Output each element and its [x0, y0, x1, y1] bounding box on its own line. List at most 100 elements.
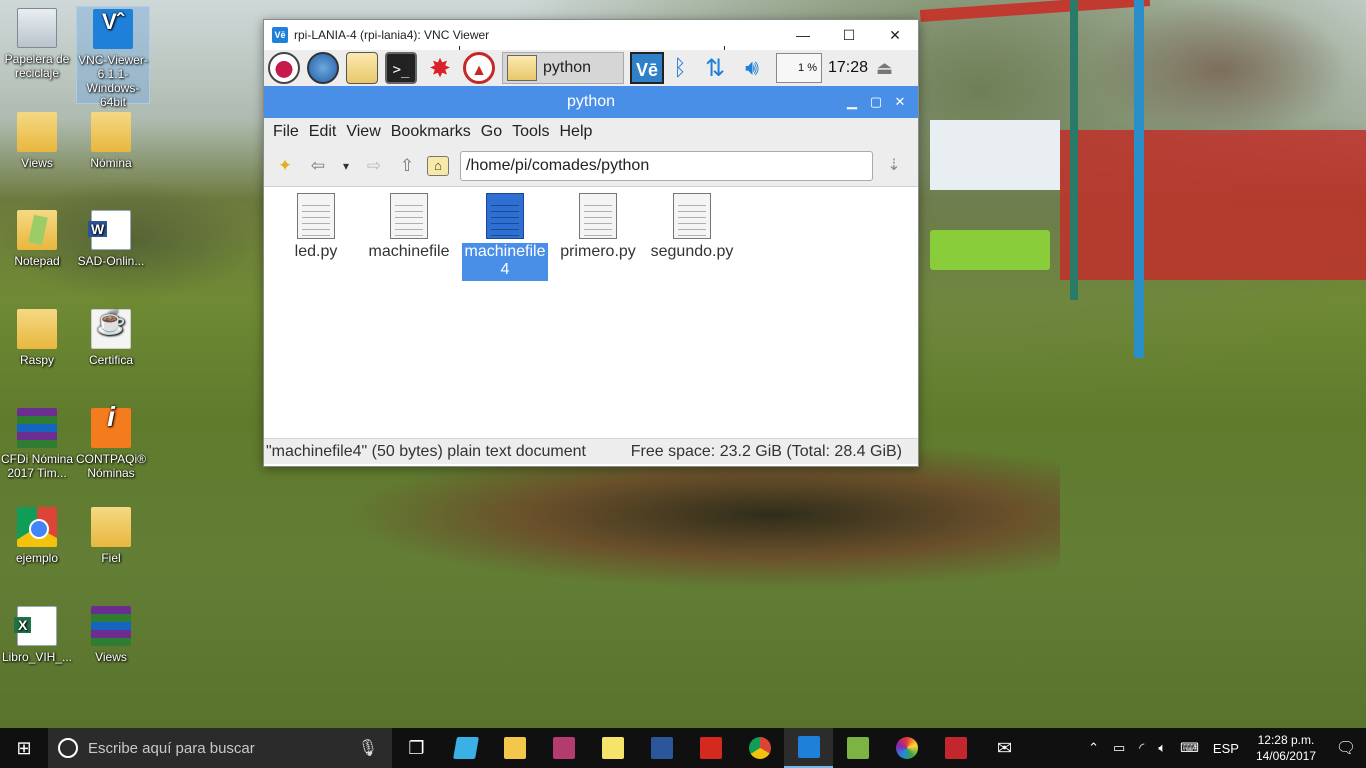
shared-icon[interactable]: [441, 728, 490, 768]
sticky-notes-icon[interactable]: [588, 728, 637, 768]
desktop-icon-recycle-bin[interactable]: Papelera de reciclaje: [0, 8, 74, 80]
status-selection: "machinefile4" (50 bytes) plain text doc…: [266, 442, 586, 460]
web-browser-icon[interactable]: [307, 52, 339, 84]
desktop-icon-notepad[interactable]: Notepad: [0, 210, 74, 268]
keyboard-icon[interactable]: ⌨: [1173, 740, 1206, 756]
taskbar-item-python[interactable]: python: [502, 52, 624, 84]
desktop-icon-raspy[interactable]: Raspy: [0, 309, 74, 367]
chevron-down-icon[interactable]: ▾: [338, 153, 354, 179]
up-icon[interactable]: ⇧: [394, 153, 420, 179]
taskbar-item-label: python: [543, 59, 592, 76]
desktop-icon-label: Nómina: [90, 156, 132, 170]
desktop-icon-views[interactable]: Views: [0, 112, 74, 170]
folder-icon: [17, 309, 57, 349]
s-app-icon[interactable]: [539, 728, 588, 768]
bluetooth-icon[interactable]: ᛒ: [670, 55, 690, 81]
search-box[interactable]: Escribe aquí para buscar 🎙︎: [48, 728, 392, 768]
desktop-icon-contpaqi[interactable]: CONTPAQi® Nóminas: [74, 408, 148, 480]
desktop-icon-fiel[interactable]: Fiel: [74, 507, 148, 565]
vnc-viewer-icon[interactable]: [784, 728, 833, 768]
vnc-logo-icon: Vē: [272, 27, 288, 43]
notification-icon[interactable]: 🗨︎: [1326, 738, 1366, 758]
menu-help[interactable]: Help: [554, 123, 597, 141]
file-manager-title: python: [566, 93, 616, 110]
menu-tools[interactable]: Tools: [507, 123, 554, 141]
desktop-icon-views-archive[interactable]: Views: [74, 606, 148, 664]
fm-close-button[interactable]: ✕: [888, 94, 912, 110]
terminal-icon[interactable]: >_: [385, 52, 417, 84]
new-window-icon[interactable]: ✦: [272, 153, 298, 179]
mathematica-icon[interactable]: ✸: [424, 52, 456, 84]
file-item-selected[interactable]: machinefile4: [460, 193, 550, 281]
desktop-icon-label: Views: [95, 650, 127, 664]
chevron-up-icon[interactable]: ⌃: [1081, 740, 1106, 756]
go-icon[interactable]: ⇣: [881, 153, 907, 179]
wolfram-icon[interactable]: ▲: [463, 52, 495, 84]
path-input[interactable]: /home/pi/comades/python: [460, 151, 873, 181]
desktop-icon-libro-vih[interactable]: Libro_VIH_...: [0, 606, 74, 664]
eject-icon[interactable]: ⏏: [876, 58, 893, 79]
file-item[interactable]: segundo.py: [647, 193, 737, 261]
minimize-button[interactable]: —: [780, 20, 826, 50]
task-view-icon[interactable]: ❐: [392, 728, 441, 768]
file-explorer-icon[interactable]: [490, 728, 539, 768]
file-name: machinefile4: [462, 243, 548, 281]
wallpaper-tree: [1090, 0, 1350, 140]
language-indicator[interactable]: ESP: [1206, 741, 1246, 756]
file-item[interactable]: machinefile: [364, 193, 454, 261]
desktop-icon-vnc-viewer[interactable]: VNC-Viewer-6.1.1-Windows-64bit: [76, 6, 150, 109]
menu-bar: File Edit View Bookmarks Go Tools Help: [264, 118, 918, 146]
desktop-icon-label: Raspy: [19, 353, 54, 367]
close-button[interactable]: ✕: [872, 20, 918, 50]
status-bar: "machinefile4" (50 bytes) plain text doc…: [264, 438, 918, 464]
raspberry-menu-icon[interactable]: [268, 52, 300, 84]
system-clock[interactable]: 12:28 p.m. 14/06/2017: [1246, 732, 1326, 764]
photo-icon[interactable]: [882, 728, 931, 768]
power-icon[interactable]: ▭: [1106, 740, 1132, 756]
fm-maximize-button[interactable]: ▢: [864, 94, 888, 110]
volume-icon[interactable]: 🔊︎: [738, 55, 766, 81]
desktop-icon-label: Libro_VIH_...: [1, 650, 73, 664]
forward-icon[interactable]: ⇨: [361, 153, 387, 179]
fm-minimize-button[interactable]: ▁: [840, 94, 864, 110]
menu-bookmarks[interactable]: Bookmarks: [386, 123, 476, 141]
desktop-icon-nomina[interactable]: Nómina: [74, 112, 148, 170]
vnc-server-icon[interactable]: Vē: [630, 52, 664, 84]
status-free-space: Free space: 23.2 GiB (Total: 28.4 GiB): [630, 442, 902, 460]
winrar-icon: [91, 606, 131, 646]
menu-go[interactable]: Go: [476, 123, 507, 141]
mendeley-icon[interactable]: [931, 728, 980, 768]
menu-edit[interactable]: Edit: [304, 123, 342, 141]
back-icon[interactable]: ⇦: [305, 153, 331, 179]
chrome-icon[interactable]: [735, 728, 784, 768]
mail-icon[interactable]: ✉: [980, 728, 1029, 768]
home-icon[interactable]: ⌂: [427, 156, 449, 176]
wifi-icon[interactable]: ◜: [1132, 740, 1151, 756]
start-button[interactable]: ⊞: [0, 728, 48, 768]
speaker-icon[interactable]: 🔈︎: [1151, 740, 1173, 756]
desktop-icon-sad-online[interactable]: SAD-Onlin...: [74, 210, 148, 268]
recycle-bin-icon: [17, 8, 57, 48]
notepad-plus-icon[interactable]: [833, 728, 882, 768]
desktop-icon-certifica[interactable]: Certifica: [74, 309, 148, 367]
acrobat-icon[interactable]: [686, 728, 735, 768]
microphone-icon[interactable]: 🎙︎: [358, 738, 378, 758]
maximize-button[interactable]: ☐: [826, 20, 872, 50]
word-icon[interactable]: [637, 728, 686, 768]
folder-icon: [17, 210, 57, 250]
file-manager-titlebar[interactable]: python ▁ ▢ ✕: [264, 86, 918, 118]
file-item[interactable]: primero.py: [553, 193, 643, 261]
file-list[interactable]: led.py machinefile machinefile4 primero.…: [264, 186, 918, 438]
excel-icon: [14, 606, 57, 646]
network-icon[interactable]: ⇅: [702, 54, 728, 83]
file-item[interactable]: led.py: [271, 193, 361, 261]
desktop-icon-ejemplo[interactable]: ejemplo: [0, 507, 74, 565]
panel-clock[interactable]: 17:28: [828, 59, 868, 77]
file-manager-icon[interactable]: [346, 52, 378, 84]
menu-file[interactable]: File: [268, 123, 304, 141]
desktop-icon-cfdi-nomina[interactable]: CFDi Nómina 2017 Tim...: [0, 408, 74, 480]
raspberry-pi-panel: >_ ✸ ▲ python Vē ᛒ ⇅ 🔊︎ 1 % 17:28 ⏏: [264, 50, 918, 86]
menu-view[interactable]: View: [341, 123, 385, 141]
vnc-titlebar[interactable]: Vē rpi-LANIA-4 (rpi-lania4): VNC Viewer …: [264, 20, 918, 54]
desktop-icon-label: Papelera de reciclaje: [4, 52, 70, 80]
